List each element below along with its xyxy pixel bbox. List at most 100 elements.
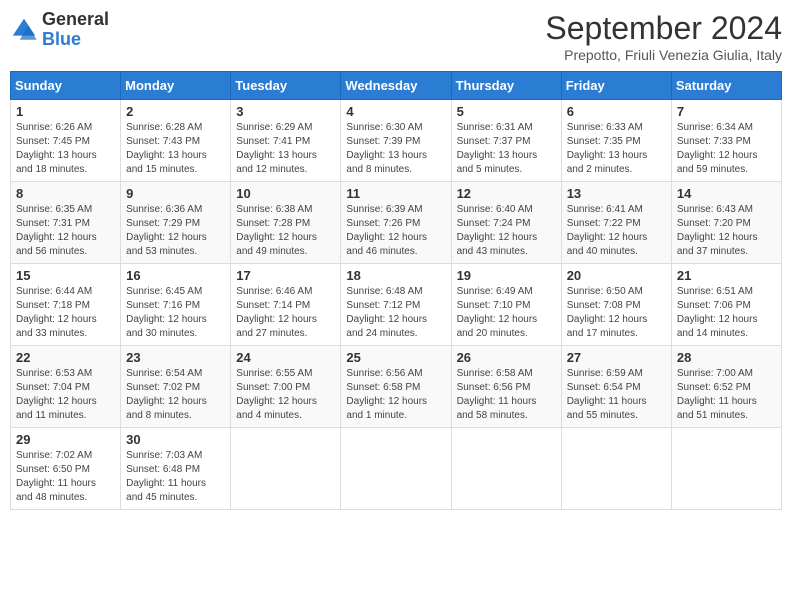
calendar-cell: 29Sunrise: 7:02 AMSunset: 6:50 PMDayligh… xyxy=(11,428,121,510)
calendar-cell: 9 Sunrise: 6:36 AMSunset: 7:29 PMDaylight… xyxy=(121,182,231,264)
day-number: 14 xyxy=(677,186,776,201)
cell-sun-info: Sunrise: 6:50 AMSunset: 7:08 PMDaylight:… xyxy=(567,285,666,341)
cell-sun-info: Sunrise: 6:51 AMSunset: 7:06 PMDaylight:… xyxy=(677,285,776,341)
cell-sun-info: Sunrise: 7:02 AMSunset: 6:50 PMDaylight:… xyxy=(16,449,115,505)
day-number: 27 xyxy=(567,350,666,365)
calendar-cell: 27 Sunrise: 6:59 AMSunset: 6:54 PMDayligh… xyxy=(561,346,671,428)
calendar-cell xyxy=(231,428,341,510)
day-number: 24 xyxy=(236,350,335,365)
calendar-cell xyxy=(341,428,451,510)
calendar-cell: 12 Sunrise: 6:40 AMSunset: 7:24 PMDayligh… xyxy=(451,182,561,264)
calendar-cell: 10 Sunrise: 6:38 AMSunset: 7:28 PMDayligh… xyxy=(231,182,341,264)
cell-sun-info: Sunrise: 6:58 AMSunset: 6:56 PMDaylight:… xyxy=(457,367,556,423)
day-number: 7 xyxy=(677,104,776,119)
cell-sun-info: Sunrise: 6:31 AMSunset: 7:37 PMDaylight:… xyxy=(457,121,556,177)
calendar-cell: 4 Sunrise: 6:30 AMSunset: 7:39 PMDaylight… xyxy=(341,100,451,182)
calendar-week-row: 1 Sunrise: 6:26 AMSunset: 7:45 PMDaylight… xyxy=(11,100,782,182)
cell-sun-info: Sunrise: 7:00 AMSunset: 6:52 PMDaylight:… xyxy=(677,367,776,423)
page-header: General Blue September 2024 Prepotto, Fr… xyxy=(10,10,782,63)
day-number: 11 xyxy=(346,186,445,201)
cell-sun-info: Sunrise: 7:03 AMSunset: 6:48 PMDaylight:… xyxy=(126,449,225,505)
calendar-table: SundayMondayTuesdayWednesdayThursdayFrid… xyxy=(10,71,782,510)
calendar-cell: 19 Sunrise: 6:49 AMSunset: 7:10 PMDayligh… xyxy=(451,264,561,346)
day-header-monday: Monday xyxy=(121,72,231,100)
logo-text: General Blue xyxy=(42,10,109,50)
cell-sun-info: Sunrise: 6:26 AMSunset: 7:45 PMDaylight:… xyxy=(16,121,115,177)
logo-icon xyxy=(10,16,38,44)
day-number: 10 xyxy=(236,186,335,201)
day-number: 2 xyxy=(126,104,225,119)
day-number: 21 xyxy=(677,268,776,283)
day-header-tuesday: Tuesday xyxy=(231,72,341,100)
day-header-thursday: Thursday xyxy=(451,72,561,100)
cell-sun-info: Sunrise: 6:29 AMSunset: 7:41 PMDaylight:… xyxy=(236,121,335,177)
cell-sun-info: Sunrise: 6:55 AMSunset: 7:00 PMDaylight:… xyxy=(236,367,335,423)
calendar-cell: 30 Sunrise: 7:03 AMSunset: 6:48 PMDayligh… xyxy=(121,428,231,510)
cell-sun-info: Sunrise: 6:56 AMSunset: 6:58 PMDaylight:… xyxy=(346,367,445,423)
calendar-cell: 25 Sunrise: 6:56 AMSunset: 6:58 PMDayligh… xyxy=(341,346,451,428)
calendar-cell: 1 Sunrise: 6:26 AMSunset: 7:45 PMDaylight… xyxy=(11,100,121,182)
logo-general: General xyxy=(42,10,109,30)
cell-sun-info: Sunrise: 6:30 AMSunset: 7:39 PMDaylight:… xyxy=(346,121,445,177)
calendar-cell: 6 Sunrise: 6:33 AMSunset: 7:35 PMDaylight… xyxy=(561,100,671,182)
day-number: 20 xyxy=(567,268,666,283)
calendar-cell: 24 Sunrise: 6:55 AMSunset: 7:00 PMDayligh… xyxy=(231,346,341,428)
calendar-cell xyxy=(561,428,671,510)
day-number: 13 xyxy=(567,186,666,201)
day-number: 22 xyxy=(16,350,115,365)
cell-sun-info: Sunrise: 6:49 AMSunset: 7:10 PMDaylight:… xyxy=(457,285,556,341)
day-number: 5 xyxy=(457,104,556,119)
cell-sun-info: Sunrise: 6:39 AMSunset: 7:26 PMDaylight:… xyxy=(346,203,445,259)
calendar-cell: 17Sunrise: 6:46 AMSunset: 7:14 PMDayligh… xyxy=(231,264,341,346)
day-number: 17 xyxy=(236,268,335,283)
day-number: 4 xyxy=(346,104,445,119)
day-number: 18 xyxy=(346,268,445,283)
day-number: 15 xyxy=(16,268,115,283)
calendar-cell: 3Sunrise: 6:29 AMSunset: 7:41 PMDaylight… xyxy=(231,100,341,182)
cell-sun-info: Sunrise: 6:41 AMSunset: 7:22 PMDaylight:… xyxy=(567,203,666,259)
calendar-cell xyxy=(451,428,561,510)
cell-sun-info: Sunrise: 6:54 AMSunset: 7:02 PMDaylight:… xyxy=(126,367,225,423)
day-number: 19 xyxy=(457,268,556,283)
day-number: 12 xyxy=(457,186,556,201)
calendar-cell: 22 Sunrise: 6:53 AMSunset: 7:04 PMDayligh… xyxy=(11,346,121,428)
calendar-week-row: 8Sunrise: 6:35 AMSunset: 7:31 PMDaylight… xyxy=(11,182,782,264)
day-number: 9 xyxy=(126,186,225,201)
day-number: 8 xyxy=(16,186,115,201)
calendar-cell: 5 Sunrise: 6:31 AMSunset: 7:37 PMDaylight… xyxy=(451,100,561,182)
calendar-cell: 21 Sunrise: 6:51 AMSunset: 7:06 PMDayligh… xyxy=(671,264,781,346)
month-year-title: September 2024 xyxy=(545,10,782,47)
cell-sun-info: Sunrise: 6:48 AMSunset: 7:12 PMDaylight:… xyxy=(346,285,445,341)
calendar-week-row: 15 Sunrise: 6:44 AMSunset: 7:18 PMDayligh… xyxy=(11,264,782,346)
cell-sun-info: Sunrise: 6:53 AMSunset: 7:04 PMDaylight:… xyxy=(16,367,115,423)
calendar-header-row: SundayMondayTuesdayWednesdayThursdayFrid… xyxy=(11,72,782,100)
day-number: 6 xyxy=(567,104,666,119)
day-number: 16 xyxy=(126,268,225,283)
day-header-sunday: Sunday xyxy=(11,72,121,100)
day-number: 23 xyxy=(126,350,225,365)
calendar-cell: 18 Sunrise: 6:48 AMSunset: 7:12 PMDayligh… xyxy=(341,264,451,346)
cell-sun-info: Sunrise: 6:38 AMSunset: 7:28 PMDaylight:… xyxy=(236,203,335,259)
day-header-wednesday: Wednesday xyxy=(341,72,451,100)
day-number: 25 xyxy=(346,350,445,365)
calendar-cell: 8Sunrise: 6:35 AMSunset: 7:31 PMDaylight… xyxy=(11,182,121,264)
cell-sun-info: Sunrise: 6:36 AMSunset: 7:29 PMDaylight:… xyxy=(126,203,225,259)
day-number: 1 xyxy=(16,104,115,119)
day-header-saturday: Saturday xyxy=(671,72,781,100)
calendar-cell: 13 Sunrise: 6:41 AMSunset: 7:22 PMDayligh… xyxy=(561,182,671,264)
calendar-cell: 7Sunrise: 6:34 AMSunset: 7:33 PMDaylight… xyxy=(671,100,781,182)
cell-sun-info: Sunrise: 6:43 AMSunset: 7:20 PMDaylight:… xyxy=(677,203,776,259)
calendar-cell: 20 Sunrise: 6:50 AMSunset: 7:08 PMDayligh… xyxy=(561,264,671,346)
calendar-cell: 14 Sunrise: 6:43 AMSunset: 7:20 PMDayligh… xyxy=(671,182,781,264)
calendar-cell: 2Sunrise: 6:28 AMSunset: 7:43 PMDaylight… xyxy=(121,100,231,182)
cell-sun-info: Sunrise: 6:45 AMSunset: 7:16 PMDaylight:… xyxy=(126,285,225,341)
day-number: 28 xyxy=(677,350,776,365)
day-number: 30 xyxy=(126,432,225,447)
location-subtitle: Prepotto, Friuli Venezia Giulia, Italy xyxy=(545,47,782,63)
title-section: September 2024 Prepotto, Friuli Venezia … xyxy=(545,10,782,63)
calendar-cell: 28 Sunrise: 7:00 AMSunset: 6:52 PMDayligh… xyxy=(671,346,781,428)
cell-sun-info: Sunrise: 6:40 AMSunset: 7:24 PMDaylight:… xyxy=(457,203,556,259)
cell-sun-info: Sunrise: 6:59 AMSunset: 6:54 PMDaylight:… xyxy=(567,367,666,423)
cell-sun-info: Sunrise: 6:33 AMSunset: 7:35 PMDaylight:… xyxy=(567,121,666,177)
cell-sun-info: Sunrise: 6:44 AMSunset: 7:18 PMDaylight:… xyxy=(16,285,115,341)
